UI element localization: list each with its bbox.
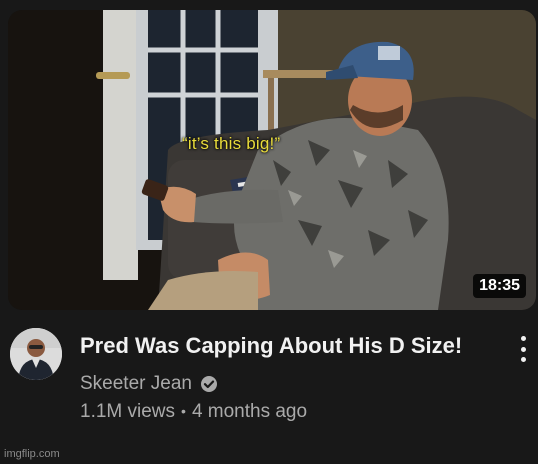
thumbnail-caption: “it’s this big!” (182, 134, 281, 153)
channel-avatar[interactable] (10, 328, 62, 380)
menu-dot (520, 346, 526, 352)
duration-badge: 18:35 (473, 274, 526, 298)
menu-dot (520, 357, 526, 362)
video-card[interactable]: “it’s this big!” 18:35 Pred Was Capping … (0, 0, 538, 464)
meta-separator: • (181, 403, 186, 419)
video-thumbnail[interactable]: “it’s this big!” 18:35 (8, 10, 536, 310)
video-title[interactable]: Pred Was Capping About His D Size! (80, 332, 500, 360)
watermark: imgflip.com (4, 448, 60, 460)
upload-age: 4 months ago (191, 401, 308, 422)
check-circle-icon (199, 374, 219, 394)
channel-info: Skeeter Jean (80, 372, 219, 396)
menu-dot (520, 336, 526, 341)
thumbnail-scene (8, 10, 536, 310)
channel-name[interactable]: Skeeter Jean (80, 373, 192, 395)
view-count: 1.1M views (80, 401, 176, 422)
video-stats: 1.1M views • 4 months ago (80, 401, 307, 423)
avatar-image (10, 328, 62, 380)
three-dots-vertical-icon[interactable] (514, 334, 532, 364)
